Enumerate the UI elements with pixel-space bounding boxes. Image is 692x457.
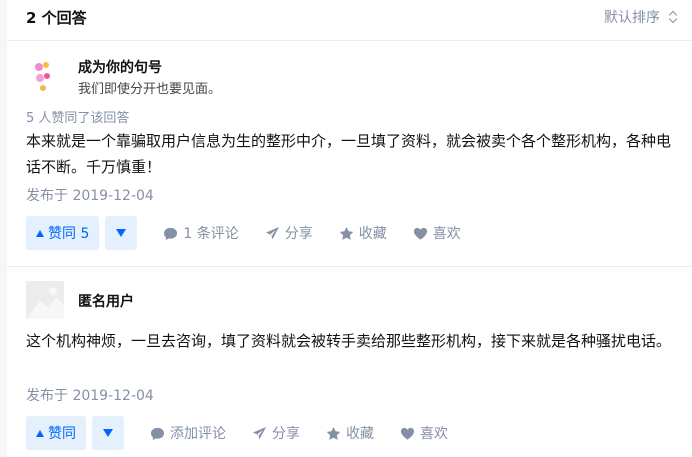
- comment-button[interactable]: 1 条评论: [163, 223, 239, 243]
- answer-actions: 赞同 添加评论 分享 收藏 喜欢: [26, 415, 448, 451]
- triangle-down-icon: [116, 229, 127, 237]
- like-label: 喜欢: [432, 226, 461, 242]
- answer-actions: 赞同 5 1 条评论 分享 收藏 喜欢: [26, 215, 461, 251]
- publish-date[interactable]: 发布于 2019-12-04: [26, 185, 154, 205]
- vote-down-button[interactable]: [105, 216, 138, 250]
- comment-label: 1 条评论: [183, 226, 239, 242]
- avatar[interactable]: [26, 58, 64, 96]
- answer-item: 成为你的句号 我们即使分开也要见面。 5 人赞同了该回答 本来就是一个靠骗取用户…: [7, 40, 692, 267]
- avatar: [26, 281, 64, 319]
- share-label: 分享: [272, 426, 300, 442]
- answer-count: 2 个回答: [26, 9, 87, 27]
- comment-label: 添加评论: [170, 426, 226, 442]
- collect-label: 收藏: [358, 226, 387, 242]
- heart-icon: [400, 427, 415, 440]
- heart-icon: [413, 227, 427, 240]
- sort-label: 默认排序: [604, 10, 660, 26]
- share-label: 分享: [284, 226, 313, 242]
- answers-header: 2 个回答 默认排序: [7, 0, 692, 41]
- triangle-up-icon: [36, 229, 44, 237]
- sort-arrows-icon: [668, 10, 678, 24]
- vote-up-button[interactable]: 赞同: [26, 416, 86, 450]
- comment-icon: [164, 227, 178, 240]
- comment-icon: [150, 427, 165, 440]
- star-icon: [326, 426, 341, 440]
- publish-date[interactable]: 发布于 2019-12-04: [26, 385, 154, 405]
- author-name: 匿名用户: [78, 294, 134, 310]
- answer-content: 这个机构神烦，一旦去咨询，填了资料就会被转手卖给那些整形机构，接下来就是各种骚扰…: [26, 332, 672, 350]
- sort-dropdown[interactable]: 默认排序: [604, 7, 678, 27]
- vote-up-label: 赞同 5: [48, 226, 90, 242]
- like-button[interactable]: 喜欢: [413, 223, 461, 243]
- collect-button[interactable]: 收藏: [339, 223, 387, 243]
- collect-button[interactable]: 收藏: [326, 423, 374, 443]
- share-icon: [265, 226, 279, 239]
- vote-up-button[interactable]: 赞同 5: [26, 216, 100, 250]
- collect-label: 收藏: [346, 426, 374, 442]
- share-button[interactable]: 分享: [252, 423, 300, 443]
- comment-button[interactable]: 添加评论: [150, 423, 226, 443]
- answers-card: 2 个回答 默认排序 成为你的句号 我们即使分开也要见面。 5 人赞同了该回答 …: [7, 0, 692, 457]
- vote-up-label: 赞同: [48, 426, 76, 442]
- triangle-down-icon: [103, 429, 113, 437]
- vote-down-button[interactable]: [92, 416, 124, 450]
- answer-item: 匿名用户 这个机构神烦，一旦去咨询，填了资料就会被转手卖给那些整形机构，接下来就…: [7, 267, 692, 457]
- author-name[interactable]: 成为你的句号: [78, 57, 162, 77]
- share-button[interactable]: 分享: [265, 223, 313, 243]
- star-icon: [339, 226, 353, 240]
- triangle-up-icon: [36, 429, 44, 437]
- voters-count[interactable]: 5 人赞同了该回答: [26, 107, 129, 126]
- like-label: 喜欢: [420, 426, 448, 442]
- author-bio: 我们即使分开也要见面。: [78, 82, 222, 97]
- share-icon: [252, 426, 267, 439]
- like-button[interactable]: 喜欢: [400, 423, 448, 443]
- answer-content: 本来就是一个靠骗取用户信息为生的整形中介，一旦填了资料，就会被卖个各个整形机构，…: [26, 132, 672, 176]
